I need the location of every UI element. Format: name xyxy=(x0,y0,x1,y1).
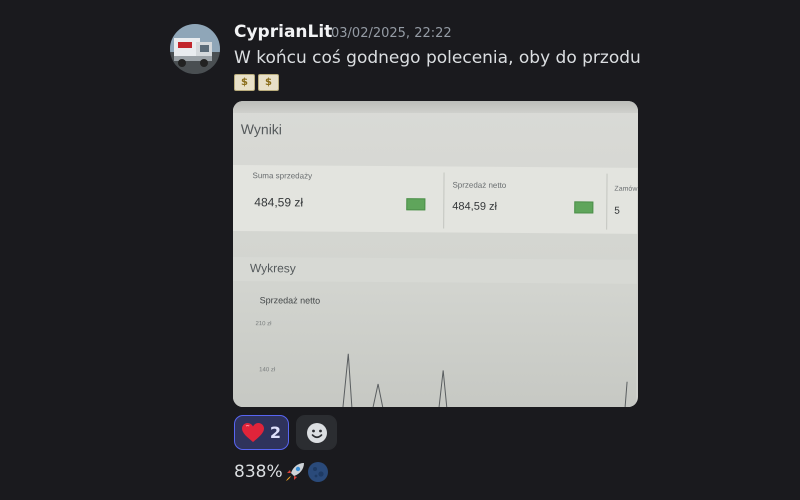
follow-up-message: 838% xyxy=(234,460,329,484)
photo-bezel xyxy=(233,101,638,113)
money-bag-emoji: $ xyxy=(258,74,279,91)
rocket-emoji xyxy=(285,463,304,481)
follow-up-text: 838% xyxy=(234,462,283,482)
user-avatar[interactable] xyxy=(170,24,220,74)
add-reaction-button[interactable] xyxy=(296,415,337,450)
truck-avatar-image xyxy=(170,24,220,74)
image-attachment[interactable]: Wyniki Suma sprzedaży 484,59 zł Sprzedaż… xyxy=(233,101,638,407)
message-timestamp[interactable]: 03/02/2025, 22:22 xyxy=(331,26,452,41)
message-text: W końcu coś godnego polecenia, oby do pr… xyxy=(234,48,641,68)
reaction-count: 2 xyxy=(269,423,282,442)
red-heart-emoji xyxy=(241,422,264,442)
photo-chart-lines xyxy=(342,353,628,407)
attachment-photo: Wyniki Suma sprzedaży 484,59 zł Sprzedaż… xyxy=(233,101,638,407)
reactions-bar: 2 xyxy=(234,415,337,450)
photo-screen-content: Wyniki Suma sprzedaży 484,59 zł Sprzedaż… xyxy=(233,107,638,407)
add-reaction-icon xyxy=(306,422,327,443)
moon-emoji xyxy=(307,462,328,482)
message-emoji-line: $ $ xyxy=(234,74,279,92)
message-author[interactable]: CyprianLit xyxy=(234,22,332,42)
reaction-heart[interactable]: 2 xyxy=(234,415,289,450)
money-bag-emoji: $ xyxy=(234,74,255,91)
